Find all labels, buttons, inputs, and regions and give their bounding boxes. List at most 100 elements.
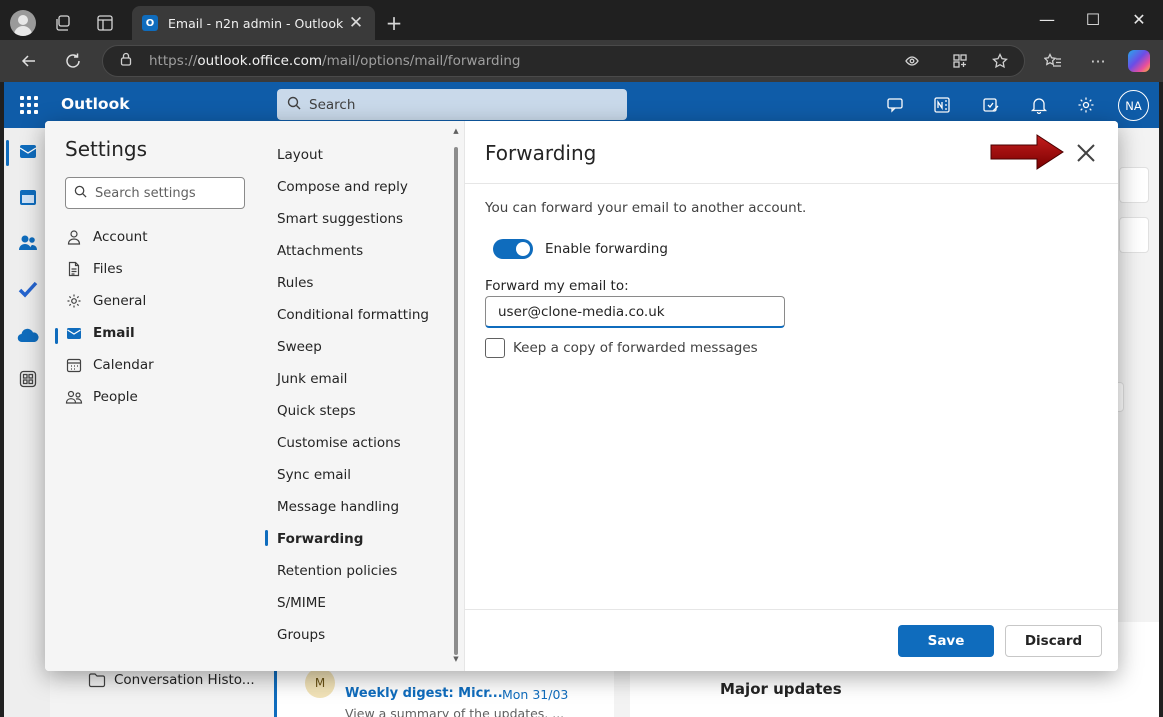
- calendar-rail-icon[interactable]: [17, 186, 39, 208]
- section-compose-and-reply[interactable]: Compose and reply: [277, 176, 408, 198]
- section-smart-suggestions[interactable]: Smart suggestions: [277, 208, 403, 230]
- sender-avatar: M: [305, 668, 335, 698]
- scroll-thumb[interactable]: [454, 147, 458, 655]
- section-customise-actions[interactable]: Customise actions: [277, 432, 401, 454]
- close-icon: [1077, 144, 1095, 162]
- forward-to-label: Forward my email to:: [485, 278, 629, 294]
- user-avatar[interactable]: NA: [1118, 90, 1149, 121]
- category-label: People: [93, 389, 138, 405]
- section-forwarding[interactable]: Forwarding: [277, 528, 363, 550]
- copilot-icon[interactable]: [1128, 50, 1150, 72]
- tracking-prevention-icon[interactable]: [903, 52, 921, 70]
- section-quick-steps[interactable]: Quick steps: [277, 400, 356, 422]
- footer-divider: [465, 609, 1118, 610]
- section-layout[interactable]: Layout: [277, 144, 323, 166]
- refresh-icon[interactable]: [62, 50, 84, 72]
- close-settings-button[interactable]: [1072, 139, 1100, 167]
- tab-actions-icon[interactable]: [94, 12, 116, 34]
- settings-title: Settings: [65, 137, 148, 161]
- section-conditional-formatting[interactable]: Conditional formatting: [277, 304, 429, 326]
- onedrive-rail-icon[interactable]: [17, 324, 39, 346]
- gear-icon: [65, 292, 83, 310]
- category-general[interactable]: General: [65, 289, 255, 313]
- category-people[interactable]: People: [65, 385, 255, 409]
- teams-chat-icon[interactable]: [884, 94, 906, 116]
- search-icon: [287, 96, 301, 114]
- rail-active-indicator: [6, 140, 9, 166]
- maximize-button[interactable]: ☐: [1078, 10, 1108, 29]
- app-launcher-icon[interactable]: [20, 96, 38, 114]
- section-sweep[interactable]: Sweep: [277, 336, 322, 358]
- settings-gear-icon[interactable]: [1075, 94, 1097, 116]
- category-files[interactable]: Files: [65, 257, 255, 281]
- folder-item[interactable]: Conversation Histo...: [88, 672, 255, 688]
- file-icon: [65, 260, 83, 278]
- message-preview: View a summary of the updates, ...: [345, 706, 565, 717]
- favorites-list-icon[interactable]: [1043, 52, 1063, 70]
- my-day-icon[interactable]: [980, 94, 1002, 116]
- address-bar[interactable]: https://outlook.office.com/mail/options/…: [102, 45, 1025, 77]
- section-attachments[interactable]: Attachments: [277, 240, 363, 262]
- url-text: https://outlook.office.com/mail/options/…: [149, 53, 520, 69]
- section-junk-email[interactable]: Junk email: [277, 368, 347, 390]
- section-smime[interactable]: S/MIME: [277, 592, 326, 614]
- tab-close-icon[interactable]: ✕: [347, 13, 365, 33]
- section-sync-email[interactable]: Sync email: [277, 464, 351, 486]
- outlook-search[interactable]: Search: [277, 89, 627, 120]
- section-message-handling[interactable]: Message handling: [277, 496, 399, 518]
- forward-to-input[interactable]: [485, 296, 785, 328]
- more-menu-icon[interactable]: ···: [1086, 50, 1110, 72]
- section-rules[interactable]: Rules: [277, 272, 313, 294]
- category-calendar[interactable]: Calendar: [65, 353, 255, 377]
- back-icon[interactable]: [18, 50, 40, 72]
- new-tab-button[interactable]: +: [383, 11, 405, 35]
- keep-copy-checkbox[interactable]: [485, 338, 505, 358]
- close-window-button[interactable]: ✕: [1124, 10, 1154, 29]
- toggle-knob: [516, 242, 530, 256]
- favorite-star-icon[interactable]: [991, 52, 1009, 70]
- category-active-indicator: [55, 328, 58, 344]
- annotation-arrow-icon: [990, 134, 1064, 170]
- scroll-down-icon[interactable]: ▼: [452, 655, 460, 663]
- enable-forwarding-toggle[interactable]: [493, 239, 533, 259]
- workspaces-icon[interactable]: [52, 12, 74, 34]
- todo-rail-icon[interactable]: [17, 278, 39, 300]
- notifications-bell-icon[interactable]: [1028, 94, 1050, 116]
- section-active-indicator: [265, 530, 268, 546]
- background-card: [1119, 217, 1149, 253]
- save-button[interactable]: Save: [898, 625, 994, 657]
- outlook-brand: Outlook: [61, 95, 130, 113]
- section-groups[interactable]: Groups: [277, 624, 325, 646]
- header-divider: [465, 183, 1118, 184]
- left-rail: [4, 128, 50, 717]
- settings-dialog: Settings Search settings Account Files G…: [45, 121, 1118, 671]
- background-card: [1119, 167, 1149, 203]
- mail-icon: [65, 324, 83, 342]
- settings-search-placeholder: Search settings: [95, 185, 196, 201]
- onenote-icon[interactable]: [931, 94, 953, 116]
- calendar-icon: [65, 356, 83, 374]
- forwarding-pane: Forwarding You can forward your email to…: [465, 121, 1118, 671]
- sections-scrollbar[interactable]: ▲ ▼: [452, 127, 460, 665]
- people-rail-icon[interactable]: [17, 232, 39, 254]
- mail-rail-icon[interactable]: [17, 140, 39, 162]
- category-label: General: [93, 293, 147, 309]
- folder-label: Conversation Histo...: [114, 672, 255, 688]
- discard-button[interactable]: Discard: [1005, 625, 1102, 657]
- keep-copy-row: Keep a copy of forwarded messages: [485, 338, 758, 358]
- minimize-button[interactable]: —: [1032, 10, 1062, 29]
- category-account[interactable]: Account: [65, 225, 255, 249]
- more-apps-rail-icon[interactable]: [17, 368, 39, 390]
- category-label: Calendar: [93, 357, 154, 373]
- app-available-icon[interactable]: [951, 52, 969, 70]
- tab-title: Email - n2n admin - Outlook: [168, 15, 344, 31]
- settings-search-input[interactable]: Search settings: [65, 177, 245, 209]
- browser-tab-active[interactable]: O Email - n2n admin - Outlook ✕: [132, 6, 375, 40]
- section-retention-policies[interactable]: Retention policies: [277, 560, 397, 582]
- url-prefix: https://: [149, 53, 198, 69]
- outlook-favicon-icon: O: [142, 15, 158, 31]
- folder-icon: [88, 672, 106, 688]
- scroll-up-icon[interactable]: ▲: [452, 127, 460, 135]
- category-email[interactable]: Email: [65, 321, 255, 345]
- profile-avatar[interactable]: [10, 10, 36, 36]
